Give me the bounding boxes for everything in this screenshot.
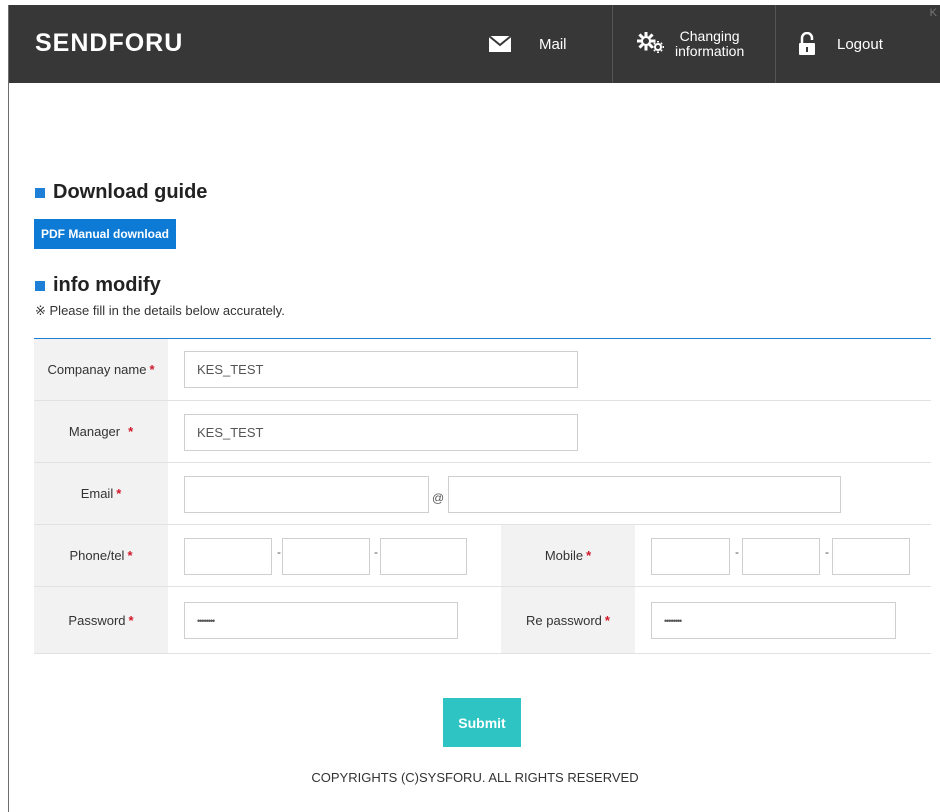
unlock-icon [799,32,815,56]
re-password-label: Re password * [501,587,635,653]
nav-mail-label: Mail [539,35,567,53]
nav-logout-link[interactable]: Logout [799,5,883,83]
required-mark: * [128,612,134,628]
nav-divider [775,5,776,83]
nav-changing-information-link[interactable]: Changing information [637,5,744,83]
gears-icon [637,32,665,56]
info-modify-heading: info modify [35,274,161,297]
phone-dash: - [277,545,281,559]
form-row-company: Companay name * [34,339,931,401]
submit-button[interactable]: Submit [443,698,521,747]
form-row-email: Email * @ [34,463,931,525]
nav-info-label-line2: information [675,43,745,59]
email-domain-input[interactable] [448,476,841,513]
mobile-part2-input[interactable] [742,538,820,575]
manager-label-text: Manager [68,424,121,439]
required-mark: * [149,362,155,377]
company-name-label-text: Companay name [47,362,147,377]
password-label-text: Password [68,612,126,628]
mobile-label: Mobile * [501,525,635,586]
phone-part2-input[interactable] [282,538,370,575]
top-navigation-bar: SENDFORU Mail Changing information Logou… [9,5,940,83]
password-input[interactable] [184,602,458,639]
phone-label-text: Phone/tel [69,548,125,563]
required-mark: * [586,548,592,563]
nav-info-label-line1: Changing [679,28,740,44]
email-local-input[interactable] [184,476,429,513]
heading-bullet-icon [35,187,45,198]
heading-bullet-icon [35,280,45,291]
phone-label: Phone/tel * [34,525,168,586]
footer-copyright: COPYRIGHTS (C)SYSFORU. ALL RIGHTS RESERV… [311,770,639,785]
required-mark: * [116,486,122,501]
re-password-label-text: Re password [526,612,602,628]
corner-mark: K [929,7,937,19]
email-label: Email * [34,463,168,524]
manager-input[interactable] [184,414,578,451]
phone-part1-input[interactable] [184,538,272,575]
form-row-manager: Manager * [34,401,931,463]
mobile-label-text: Mobile [544,548,584,563]
envelope-icon [489,36,511,52]
nav-mail-link[interactable]: Mail [489,5,567,83]
required-mark: * [127,548,133,563]
phone-part3-input[interactable] [380,538,467,575]
email-label-text: Email [80,486,114,501]
info-modify-title: info modify [53,274,161,296]
mobile-dash: - [735,545,739,559]
mobile-part1-input[interactable] [651,538,730,575]
required-mark: * [604,612,610,628]
page-frame: SENDFORU Mail Changing information Logou… [8,5,940,812]
phone-dash: - [374,545,378,559]
re-password-input[interactable] [651,602,896,639]
download-guide-title: Download guide [53,181,208,203]
form-row-password: Password* Re password* [34,587,931,654]
nav-divider [612,5,613,83]
company-name-input[interactable] [184,351,578,388]
pdf-manual-download-button[interactable]: PDF Manual download [34,219,176,249]
download-guide-heading: Download guide [35,181,207,204]
nav-logout-label: Logout [837,35,883,53]
manager-label: Manager * [34,401,168,462]
nav-info-label: Changing information [675,29,744,59]
mobile-part3-input[interactable] [832,538,910,575]
form-instruction-note: ※ Please fill in the details below accur… [35,303,285,318]
password-label: Password * [34,587,168,653]
mobile-dash: - [825,545,829,559]
form-row-phone: Phone/tel * - - Mobile * - - [34,525,931,587]
company-name-label: Companay name * [34,339,168,400]
required-mark: * [128,424,134,439]
brand-logo[interactable]: SENDFORU [35,29,183,58]
email-at-symbol: @ [432,491,445,505]
